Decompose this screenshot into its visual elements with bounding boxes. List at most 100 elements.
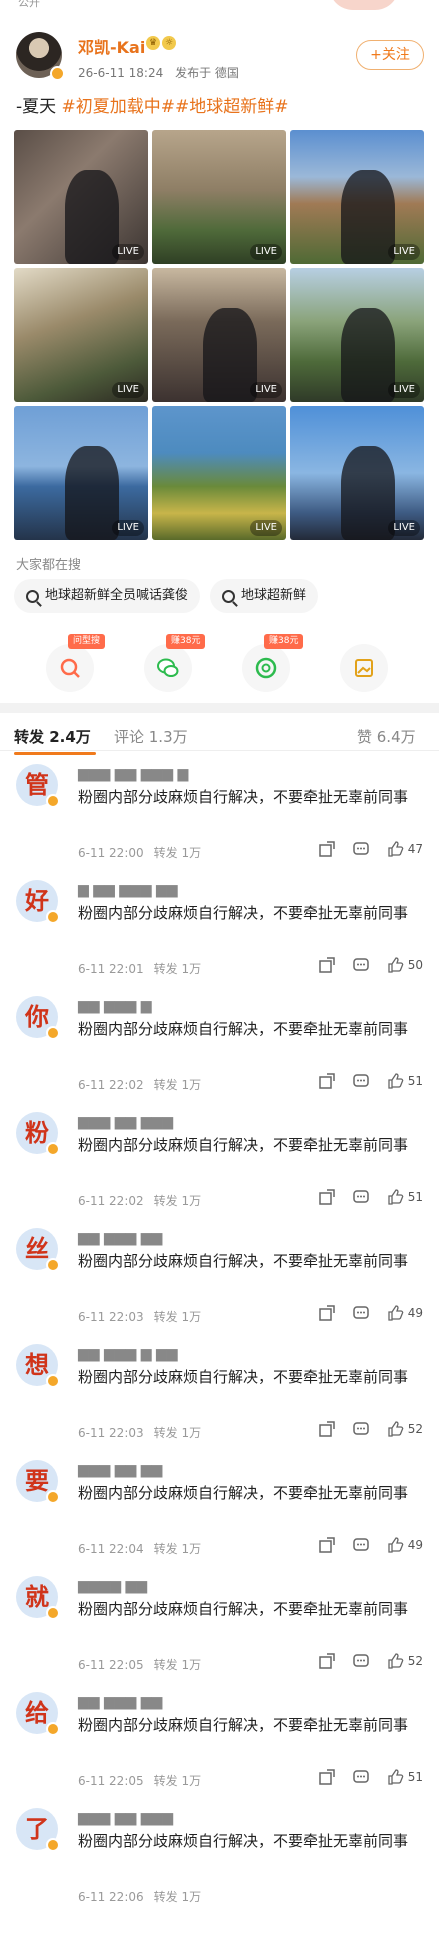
moments-share-button[interactable]: 赚38元 — [242, 634, 304, 692]
photo-4[interactable]: LIVE — [14, 268, 148, 402]
live-badge: LIVE — [250, 382, 282, 398]
repost-count: 转发 1万 — [153, 1658, 202, 1672]
comment-icon[interactable] — [352, 1652, 370, 1670]
repost-meta: 6-11 22:06 转发 1万 — [78, 1888, 201, 1905]
repost-count: 转发 1万 — [153, 1426, 202, 1440]
list-item[interactable]: 就 ▆▆▆▆ ▆▆ 粉圈内部分歧麻烦自行解决，不要牵扯无辜前同事 6-11 22… — [0, 1566, 439, 1682]
comment-icon[interactable] — [352, 1304, 370, 1322]
list-item[interactable]: 你 ▆▆ ▆▆▆ ▆ 粉圈内部分歧麻烦自行解决，不要牵扯无辜前同事 6-11 2… — [0, 986, 439, 1102]
like-button[interactable]: 49 — [386, 1304, 423, 1322]
list-item[interactable]: 了 ▆▆▆ ▆▆ ▆▆▆ 粉圈内部分歧麻烦自行解决，不要牵扯无辜前同事 6-11… — [0, 1798, 439, 1914]
item-actions: 47 — [318, 840, 423, 858]
author-name[interactable]: 邓凯-Kai — [78, 34, 145, 58]
share-icon[interactable] — [318, 1304, 336, 1322]
repost-meta: 6-11 22:00 转发 1万 — [78, 844, 201, 861]
person-silhouette — [202, 308, 257, 402]
save-image-button[interactable] — [340, 644, 388, 692]
search-chip-label: 地球超新鲜全员喊话龚俊 — [45, 588, 189, 603]
comment-icon[interactable] — [352, 1536, 370, 1554]
user-name-redacted[interactable]: ▆▆ ▆▆▆ ▆ — [78, 998, 152, 1014]
user-name-redacted[interactable]: ▆▆▆▆ ▆▆ — [78, 1578, 147, 1594]
post-header: 邓凯-Kai ♛ ☼ 26-6-11 18:24 发布于 德国 +关注 — [0, 22, 439, 82]
user-name-redacted[interactable]: ▆▆ ▆▆▆ ▆▆ — [78, 1230, 162, 1246]
repost-text: 粉圈内部分歧麻烦自行解决，不要牵扯无辜前同事 — [78, 788, 409, 806]
like-button[interactable]: 51 — [386, 1188, 423, 1206]
visibility-label: 公开 — [18, 0, 40, 9]
list-item[interactable]: 管 ▆▆▆ ▆▆ ▆▆▆ ▆ 粉圈内部分歧麻烦自行解决，不要牵扯无辜前同事 6-… — [0, 754, 439, 870]
user-name-redacted[interactable]: ▆▆▆ ▆▆ ▆▆ — [78, 1462, 162, 1478]
repost-count: 转发 1万 — [153, 1774, 202, 1788]
tab-comment[interactable]: 评论 1.3万 — [114, 726, 188, 747]
photo-8[interactable]: LIVE — [152, 406, 286, 540]
search-icon — [222, 589, 236, 603]
photo-9[interactable]: LIVE — [290, 406, 424, 540]
list-item[interactable]: 给 ▆▆ ▆▆▆ ▆▆ 粉圈内部分歧麻烦自行解决，不要牵扯无辜前同事 6-11 … — [0, 1682, 439, 1798]
search-chip-1[interactable]: 地球超新鲜全员喊话龚俊 — [14, 579, 201, 613]
like-button[interactable]: 50 — [386, 956, 423, 974]
item-actions: 51 — [318, 1768, 423, 1786]
like-button[interactable]: 51 — [386, 1072, 423, 1090]
thumbs-up-icon — [388, 1769, 403, 1785]
share-icon[interactable] — [318, 1188, 336, 1206]
comment-icon[interactable] — [352, 840, 370, 858]
follow-button[interactable]: +关注 — [356, 40, 424, 70]
tab-repost[interactable]: 转发 2.4万 — [14, 726, 91, 747]
repost-time: 6-11 22:06 — [78, 1890, 144, 1904]
photo-1[interactable]: LIVE — [14, 130, 148, 264]
top-strip: 公开 — [0, 0, 439, 12]
comment-icon[interactable] — [352, 1768, 370, 1786]
comment-icon[interactable] — [352, 1420, 370, 1438]
like-button[interactable]: 47 — [386, 840, 423, 858]
live-badge: LIVE — [250, 244, 282, 260]
like-button[interactable]: 52 — [386, 1420, 423, 1438]
share-icon[interactable] — [318, 956, 336, 974]
verified-badge-icon — [46, 1490, 60, 1504]
share-icon[interactable] — [318, 1652, 336, 1670]
share-icon[interactable] — [318, 1536, 336, 1554]
share-icon[interactable] — [318, 840, 336, 858]
share-icon[interactable] — [318, 1420, 336, 1438]
share-icon[interactable] — [318, 1768, 336, 1786]
user-name-redacted[interactable]: ▆▆▆ ▆▆ ▆▆▆ ▆ — [78, 766, 188, 782]
verified-badge-icon — [46, 1606, 60, 1620]
tab-like[interactable]: 赞 6.4万 — [357, 726, 416, 747]
list-item[interactable]: 丝 ▆▆ ▆▆▆ ▆▆ 粉圈内部分歧麻烦自行解决，不要牵扯无辜前同事 6-11 … — [0, 1218, 439, 1334]
share-icon[interactable] — [318, 1072, 336, 1090]
user-name-redacted[interactable]: ▆▆▆ ▆▆ ▆▆▆ — [78, 1114, 173, 1130]
user-name-redacted[interactable]: ▆ ▆▆ ▆▆▆ ▆▆ — [78, 882, 177, 898]
list-item[interactable]: 粉 ▆▆▆ ▆▆ ▆▆▆ 粉圈内部分歧麻烦自行解决，不要牵扯无辜前同事 6-11… — [0, 1102, 439, 1218]
photo-3[interactable]: LIVE — [290, 130, 424, 264]
comment-icon[interactable] — [352, 1072, 370, 1090]
photo-7[interactable]: LIVE — [14, 406, 148, 540]
list-item[interactable]: 想 ▆▆ ▆▆▆ ▆ ▆▆ 粉圈内部分歧麻烦自行解决，不要牵扯无辜前同事 6-1… — [0, 1334, 439, 1450]
comment-icon[interactable] — [352, 1188, 370, 1206]
search-chip-2[interactable]: 地球超新鲜 — [210, 579, 319, 613]
list-item[interactable]: 要 ▆▆▆ ▆▆ ▆▆ 粉圈内部分歧麻烦自行解决，不要牵扯无辜前同事 6-11 … — [0, 1450, 439, 1566]
repost-text: 粉圈内部分歧麻烦自行解决，不要牵扯无辜前同事 — [78, 1716, 409, 1734]
photo-2[interactable]: LIVE — [152, 130, 286, 264]
repost-text: 粉圈内部分歧麻烦自行解决，不要牵扯无辜前同事 — [78, 1136, 409, 1154]
user-name-redacted[interactable]: ▆▆ ▆▆▆ ▆▆ — [78, 1694, 162, 1710]
ask-search-button[interactable]: 问型搜 — [46, 634, 106, 692]
person-silhouette — [340, 446, 395, 540]
post-text-plain: -夏天 — [16, 97, 62, 117]
list-item[interactable]: 好 ▆ ▆▆ ▆▆▆ ▆▆ 粉圈内部分歧麻烦自行解决，不要牵扯无辜前同事 6-1… — [0, 870, 439, 986]
live-badge: LIVE — [112, 244, 144, 260]
user-name-redacted[interactable]: ▆▆▆ ▆▆ ▆▆▆ — [78, 1810, 173, 1826]
user-name-redacted[interactable]: ▆▆ ▆▆▆ ▆ ▆▆ — [78, 1346, 177, 1362]
post-source: 发布于 德国 — [175, 66, 239, 80]
wechat-share-button[interactable]: 赚38元 — [144, 634, 206, 692]
like-button[interactable]: 49 — [386, 1536, 423, 1554]
verified-badge-icon — [46, 1142, 60, 1156]
repost-time: 6-11 22:02 — [78, 1078, 144, 1092]
like-button[interactable]: 51 — [386, 1768, 423, 1786]
repost-meta: 6-11 22:02 转发 1万 — [78, 1192, 201, 1209]
photo-5[interactable]: LIVE — [152, 268, 286, 402]
search-section-title: 大家都在搜 — [16, 558, 82, 573]
live-badge: LIVE — [388, 244, 420, 260]
like-button[interactable]: 52 — [386, 1652, 423, 1670]
repost-meta: 6-11 22:02 转发 1万 — [78, 1076, 201, 1093]
post-hashtags[interactable]: #初夏加载中##地球超新鲜# — [62, 97, 289, 117]
photo-6[interactable]: LIVE — [290, 268, 424, 402]
comment-icon[interactable] — [352, 956, 370, 974]
